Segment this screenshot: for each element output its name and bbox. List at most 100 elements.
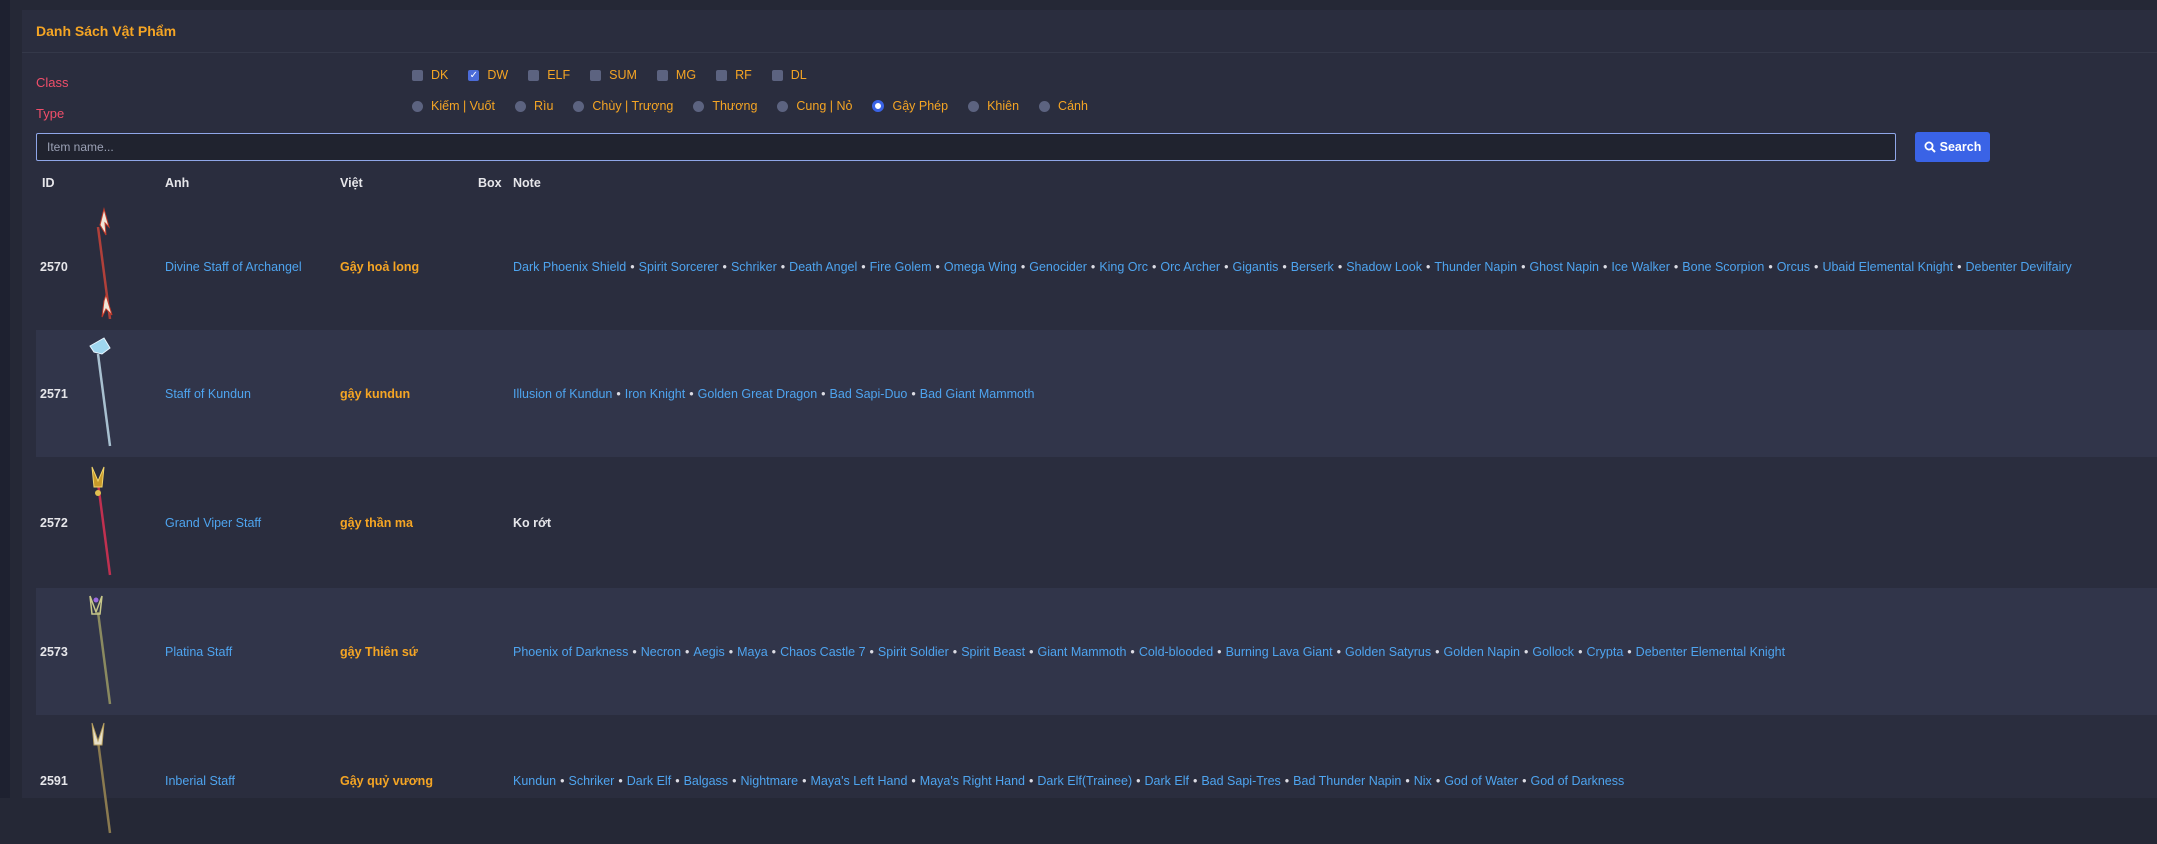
monster-link[interactable]: Bad Sapi-Tres: [1201, 774, 1280, 788]
type-radio-6[interactable]: Khiên: [968, 99, 1019, 113]
class-checkbox-dw[interactable]: ✓ DW: [468, 68, 508, 82]
item-name-link[interactable]: Platina Staff: [165, 645, 232, 659]
type-radio-5[interactable]: Gậy Phép: [872, 99, 948, 113]
monster-link[interactable]: Bad Thunder Napin: [1293, 774, 1401, 788]
monster-link[interactable]: Necron: [641, 645, 681, 659]
monster-link[interactable]: Ubaid Elemental Knight: [1822, 260, 1953, 274]
bullet-separator: •: [911, 386, 916, 401]
type-radio-label: Kiếm | Vuốt: [431, 99, 495, 113]
monster-link[interactable]: Iron Knight: [625, 387, 685, 401]
class-filter-label: Class: [36, 75, 69, 90]
bullet-separator: •: [1136, 773, 1141, 788]
monster-link[interactable]: Dark Phoenix Shield: [513, 260, 626, 274]
monster-link[interactable]: Maya: [737, 645, 768, 659]
item-name-link[interactable]: Staff of Kundun: [165, 387, 251, 401]
table-row: 2591 Inberial Staff Gậy quỷ vương Kundun • Sc…: [36, 717, 2157, 844]
monster-link[interactable]: Omega Wing: [944, 260, 1017, 274]
class-checkbox-elf[interactable]: ELF: [528, 68, 570, 82]
monster-link[interactable]: Genocider: [1029, 260, 1087, 274]
monster-link[interactable]: God of Water: [1444, 774, 1518, 788]
bullet-separator: •: [1192, 773, 1198, 788]
monster-link[interactable]: Nightmare: [740, 774, 798, 788]
class-checkbox-sum[interactable]: SUM: [590, 68, 637, 82]
monster-link[interactable]: Burning Lava Giant: [1226, 645, 1333, 659]
monster-link[interactable]: God of Darkness: [1530, 774, 1624, 788]
bullet-separator: •: [1627, 644, 1632, 659]
type-radio-2[interactable]: Chùy | Trượng: [573, 99, 673, 113]
monster-link[interactable]: Dark Elf(Trainee): [1037, 774, 1132, 788]
type-radio-label: Chùy | Trượng: [592, 99, 674, 113]
monster-link[interactable]: Gigantis: [1232, 260, 1278, 274]
monster-link[interactable]: Bad Giant Mammoth: [920, 387, 1035, 401]
monster-link[interactable]: Fire Golem: [870, 260, 932, 274]
type-radio-1[interactable]: Rìu: [514, 99, 553, 113]
monster-link[interactable]: Bad Sapi-Duo: [830, 387, 908, 401]
monster-link[interactable]: Debenter Elemental Knight: [1636, 645, 1785, 659]
kundun-staff-icon: [76, 332, 156, 454]
monster-link[interactable]: Crypta: [1586, 645, 1623, 659]
monster-link[interactable]: Schriker: [569, 774, 615, 788]
monster-link[interactable]: Golden Great Dragon: [698, 387, 818, 401]
monster-link[interactable]: Gollock: [1532, 645, 1574, 659]
type-radio-group: Kiếm | Vuốt Rìu Chùy | Trượng Thương Cung | …: [412, 99, 1108, 113]
class-checkbox-label: MG: [675, 68, 697, 82]
monster-link[interactable]: Dark Elf: [627, 774, 671, 788]
monster-link[interactable]: Bone Scorpion: [1682, 260, 1764, 274]
bullet-separator: •: [1336, 644, 1341, 659]
item-viet-name: gậy thần ma: [340, 515, 413, 530]
type-radio-7[interactable]: Cánh: [1039, 99, 1088, 113]
monster-link[interactable]: Debenter Devilfairy: [1965, 260, 2071, 274]
monster-link[interactable]: Balgass: [684, 774, 728, 788]
monster-link[interactable]: Giant Mammoth: [1038, 645, 1127, 659]
monster-link[interactable]: Phoenix of Darkness: [513, 645, 628, 659]
bullet-separator: •: [1029, 773, 1034, 788]
monster-link[interactable]: Maya's Left Hand: [811, 774, 908, 788]
search-icon: [1924, 141, 1936, 153]
item-name-link[interactable]: Grand Viper Staff: [165, 516, 261, 530]
note-text: Ko rớt: [513, 515, 552, 530]
class-checkbox-dl[interactable]: DL: [771, 68, 807, 82]
class-checkbox-rf[interactable]: RF: [716, 68, 752, 82]
monster-link[interactable]: Chaos Castle 7: [780, 645, 865, 659]
monster-link[interactable]: Thunder Napin: [1434, 260, 1517, 274]
monster-link[interactable]: Illusion of Kundun: [513, 387, 612, 401]
monster-link[interactable]: Ice Walker: [1611, 260, 1670, 274]
item-name-link[interactable]: Inberial Staff: [165, 774, 235, 788]
type-radio-4[interactable]: Cung | Nỏ: [777, 99, 852, 113]
monster-link[interactable]: Spirit Beast: [961, 645, 1025, 659]
monster-link[interactable]: Spirit Soldier: [878, 645, 949, 659]
class-checkbox-label: DL: [790, 68, 807, 82]
monster-link[interactable]: Nix: [1414, 774, 1432, 788]
monster-link[interactable]: King Orc: [1099, 260, 1148, 274]
monster-link[interactable]: Orc Archer: [1160, 260, 1220, 274]
monster-link[interactable]: Dark Elf: [1145, 774, 1189, 788]
monster-link[interactable]: Ghost Napin: [1529, 260, 1598, 274]
monster-link[interactable]: Berserk: [1291, 260, 1334, 274]
monster-link[interactable]: Golden Napin: [1444, 645, 1520, 659]
class-checkbox-mg[interactable]: MG: [656, 68, 697, 82]
class-checkbox-dk[interactable]: DK: [412, 68, 448, 82]
monster-link[interactable]: Golden Satyrus: [1345, 645, 1431, 659]
item-list-panel: Danh Sách Vật Phẩm Class Type DK ✓ DW ELF SU…: [22, 10, 2157, 834]
bullet-separator: •: [1090, 259, 1096, 274]
item-note: Dark Phoenix Shield • Spirit Sorcerer • Schr…: [513, 260, 2072, 274]
type-radio-label: Khiên: [987, 99, 1020, 113]
monster-link[interactable]: Shadow Look: [1346, 260, 1422, 274]
bullet-separator: •: [560, 773, 565, 788]
type-radio-3[interactable]: Thương: [693, 99, 757, 113]
table-row: 2573 Platina Staff gậy Thiên sứ Phoenix of …: [36, 588, 2157, 715]
item-note: Illusion of Kundun • Iron Knight • Golden Gr…: [513, 387, 1034, 401]
monster-link[interactable]: Schriker: [731, 260, 777, 274]
monster-link[interactable]: Aegis: [693, 645, 724, 659]
monster-link[interactable]: Maya's Right Hand: [920, 774, 1025, 788]
search-button[interactable]: Search: [1915, 132, 1990, 162]
monster-link[interactable]: Kundun: [513, 774, 556, 788]
monster-link[interactable]: Cold-blooded: [1139, 645, 1213, 659]
item-name-search-input[interactable]: [36, 133, 1896, 161]
type-radio-0[interactable]: Kiếm | Vuốt: [412, 99, 495, 113]
monster-link[interactable]: Death Angel: [789, 260, 857, 274]
monster-link[interactable]: Spirit Sorcerer: [639, 260, 719, 274]
monster-link[interactable]: Orcus: [1777, 260, 1810, 274]
class-checkbox-label: SUM: [609, 68, 637, 82]
item-name-link[interactable]: Divine Staff of Archangel: [165, 260, 302, 274]
